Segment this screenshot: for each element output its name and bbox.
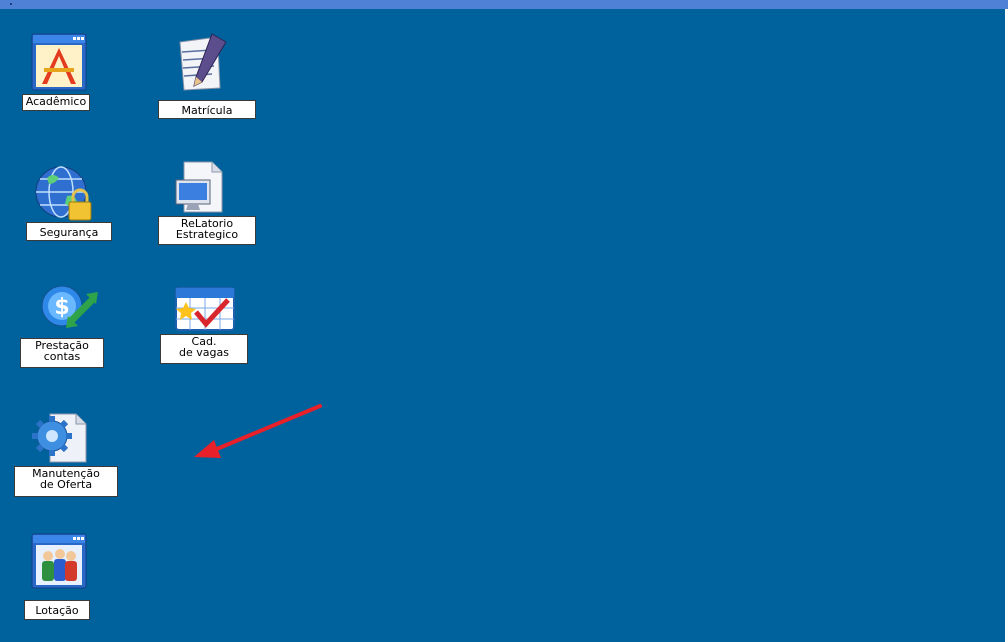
shortcut-label-cad-vagas: Cad. de vagas: [160, 334, 248, 364]
document-gear-icon: [32, 413, 87, 463]
globe-padlock-icon: [35, 166, 92, 221]
shortcut-relatorio-estrategico[interactable]: ReLatorio Estrategico: [155, 160, 260, 250]
shortcut-label-matricula: Matrícula: [158, 100, 256, 119]
top-bar: [0, 0, 1008, 9]
app-window-pencil-ruler-icon: [31, 33, 87, 91]
shortcut-label-lotacao: Lotação: [24, 600, 90, 620]
shortcut-prestacao-contas[interactable]: $ Prestação contas: [20, 284, 115, 374]
calendar-checkmark-icon: [175, 287, 235, 331]
dollar-globe-arrows-icon: $: [41, 285, 98, 328]
shortcut-cad-vagas[interactable]: Cad. de vagas: [158, 286, 253, 371]
document-pen-icon: [179, 33, 227, 91]
shortcut-label-manutencao-oferta: Manutenção de Oferta: [14, 466, 118, 497]
shortcut-academico[interactable]: Acadêmico: [22, 32, 117, 122]
app-window-people-icon: [31, 533, 87, 589]
shortcut-label-relatorio-estrategico: ReLatorio Estrategico: [158, 216, 256, 245]
shortcut-lotacao[interactable]: Lotação: [24, 532, 119, 622]
top-bar-dot: [10, 3, 12, 5]
shortcut-label-prestacao-contas: Prestação contas: [20, 338, 104, 368]
shortcut-seguranca[interactable]: Segurança: [26, 164, 116, 249]
document-monitor-icon: [175, 161, 223, 213]
shortcut-matricula[interactable]: Matrícula: [158, 32, 258, 122]
shortcut-label-academico: Acadêmico: [22, 94, 90, 111]
desktop[interactable]: [0, 9, 1005, 642]
svg-text:$: $: [54, 295, 69, 320]
shortcut-label-seguranca: Segurança: [26, 222, 112, 241]
shortcut-manutencao-oferta[interactable]: Manutenção de Oferta: [14, 410, 124, 500]
screen: Acadêmico Matrícula Segurança ReLatorio …: [0, 0, 1008, 642]
